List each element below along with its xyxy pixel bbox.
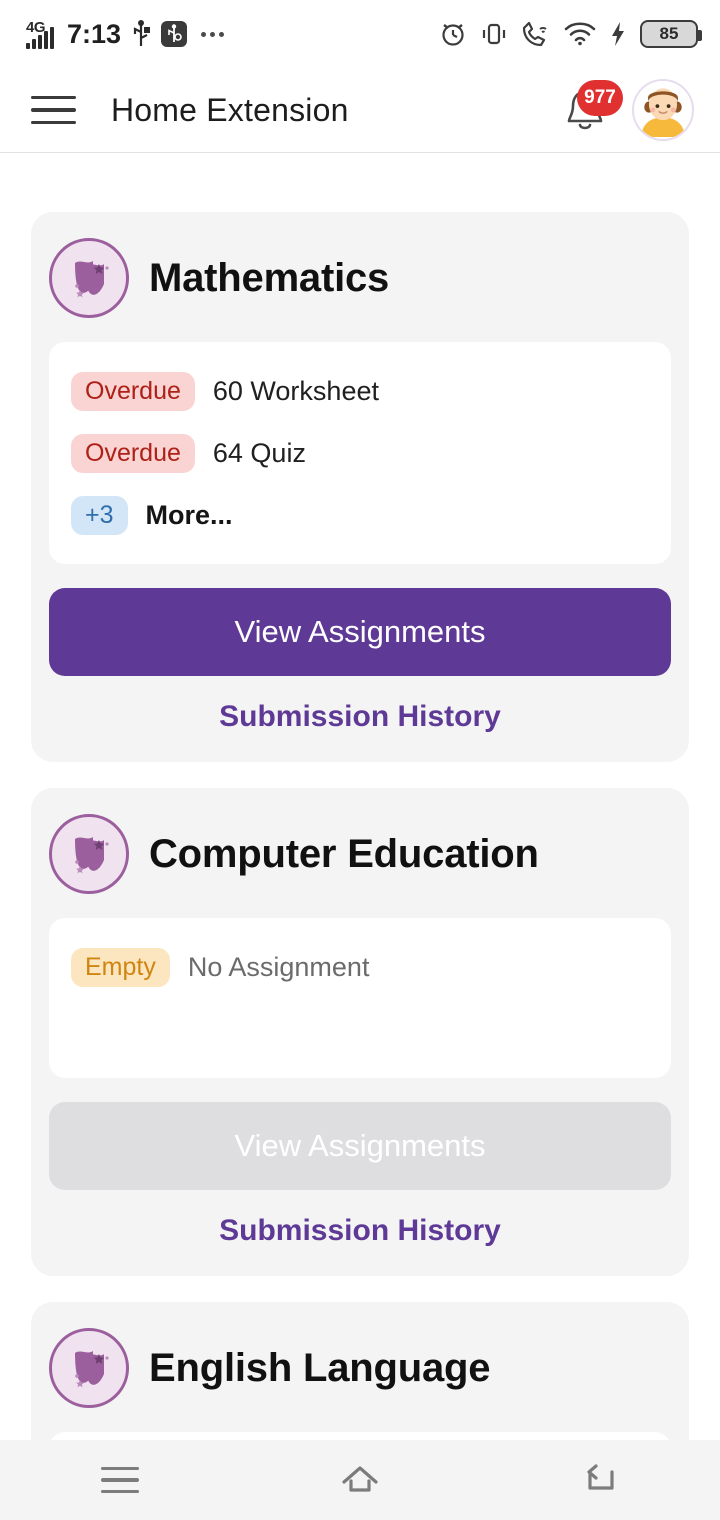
assignment-label: 60 Worksheet bbox=[212, 375, 379, 406]
assignment-panel: Empty No Assignment bbox=[49, 918, 671, 1078]
more-dots-icon bbox=[201, 31, 225, 37]
back-button[interactable] bbox=[540, 1450, 660, 1510]
more-count-badge: +3 bbox=[71, 495, 128, 535]
assignment-label: No Assignment bbox=[187, 951, 370, 982]
subject-name: Computer Education bbox=[149, 831, 539, 876]
subject-name: Mathematics bbox=[149, 255, 390, 300]
app-bar: Home Extension 977 bbox=[0, 68, 720, 153]
view-assignments-button[interactable]: View Assignments bbox=[49, 588, 671, 676]
network-type-label: 4G bbox=[26, 19, 46, 36]
alarm-icon bbox=[439, 20, 467, 48]
vibrate-icon bbox=[480, 20, 508, 48]
subject-card: Mathematics Overdue 60 Worksheet Overdue… bbox=[31, 212, 689, 762]
notification-bell-button[interactable]: 977 bbox=[560, 80, 623, 136]
signal-icon: 4G bbox=[26, 19, 54, 49]
android-nav-bar bbox=[0, 1440, 720, 1520]
subject-card: English Language bbox=[31, 1302, 689, 1440]
subject-badge-icon bbox=[49, 238, 129, 318]
status-badge: Overdue bbox=[71, 433, 195, 473]
charging-icon bbox=[609, 20, 627, 48]
subject-card: Computer Education Empty No Assignment V… bbox=[31, 788, 689, 1276]
subject-card-header: Mathematics bbox=[49, 236, 671, 318]
subjects-list[interactable]: Mathematics Overdue 60 Worksheet Overdue… bbox=[0, 154, 720, 1440]
status-bar: 4G 7:13 85 bbox=[0, 0, 720, 68]
subject-badge-icon bbox=[49, 1328, 129, 1408]
assignment-label: 64 Quiz bbox=[212, 437, 306, 468]
notification-count-badge: 977 bbox=[577, 80, 623, 116]
subject-name: English Language bbox=[149, 1345, 491, 1390]
status-badge: Overdue bbox=[71, 371, 195, 411]
status-badge: Empty bbox=[71, 947, 170, 987]
subject-card-header: English Language bbox=[49, 1326, 671, 1408]
status-bar-right: 85 bbox=[439, 20, 702, 48]
usb-icon bbox=[131, 20, 151, 48]
avatar[interactable] bbox=[632, 79, 694, 141]
status-clock: 7:13 bbox=[67, 18, 122, 49]
more-assignments-row[interactable]: +3 More... bbox=[71, 484, 649, 546]
more-label: More... bbox=[145, 499, 233, 530]
hamburger-menu-icon[interactable] bbox=[31, 90, 76, 130]
phone-screen: 4G 7:13 85 Home Extension 977 Mathematic… bbox=[0, 0, 720, 1520]
home-button[interactable] bbox=[300, 1450, 420, 1510]
wifi-icon bbox=[564, 21, 596, 47]
back-icon bbox=[587, 1464, 614, 1490]
submission-history-link[interactable]: Submission History bbox=[49, 1214, 671, 1250]
submission-history-link[interactable]: Submission History bbox=[49, 700, 671, 736]
assignment-panel bbox=[49, 1432, 671, 1440]
assignment-row[interactable]: Overdue 64 Quiz bbox=[71, 422, 649, 484]
wifi-calling-icon bbox=[521, 20, 551, 48]
app-bar-actions: 977 bbox=[560, 79, 694, 141]
status-bar-left: 4G 7:13 bbox=[26, 18, 225, 50]
battery-indicator: 85 bbox=[640, 20, 702, 48]
subject-card-header: Computer Education bbox=[49, 812, 671, 894]
page-title: Home Extension bbox=[111, 91, 349, 128]
home-icon bbox=[342, 1466, 378, 1492]
assignment-row[interactable]: Overdue 60 Worksheet bbox=[71, 360, 649, 422]
recents-button[interactable] bbox=[60, 1450, 180, 1510]
recents-icon bbox=[101, 1466, 139, 1494]
usb-debug-icon bbox=[161, 21, 188, 47]
battery-level-label: 85 bbox=[659, 24, 679, 43]
subject-badge-icon bbox=[49, 814, 129, 894]
assignment-row: Empty No Assignment bbox=[71, 936, 649, 998]
assignment-panel: Overdue 60 Worksheet Overdue 64 Quiz +3 … bbox=[49, 342, 671, 564]
view-assignments-button: View Assignments bbox=[49, 1102, 671, 1190]
